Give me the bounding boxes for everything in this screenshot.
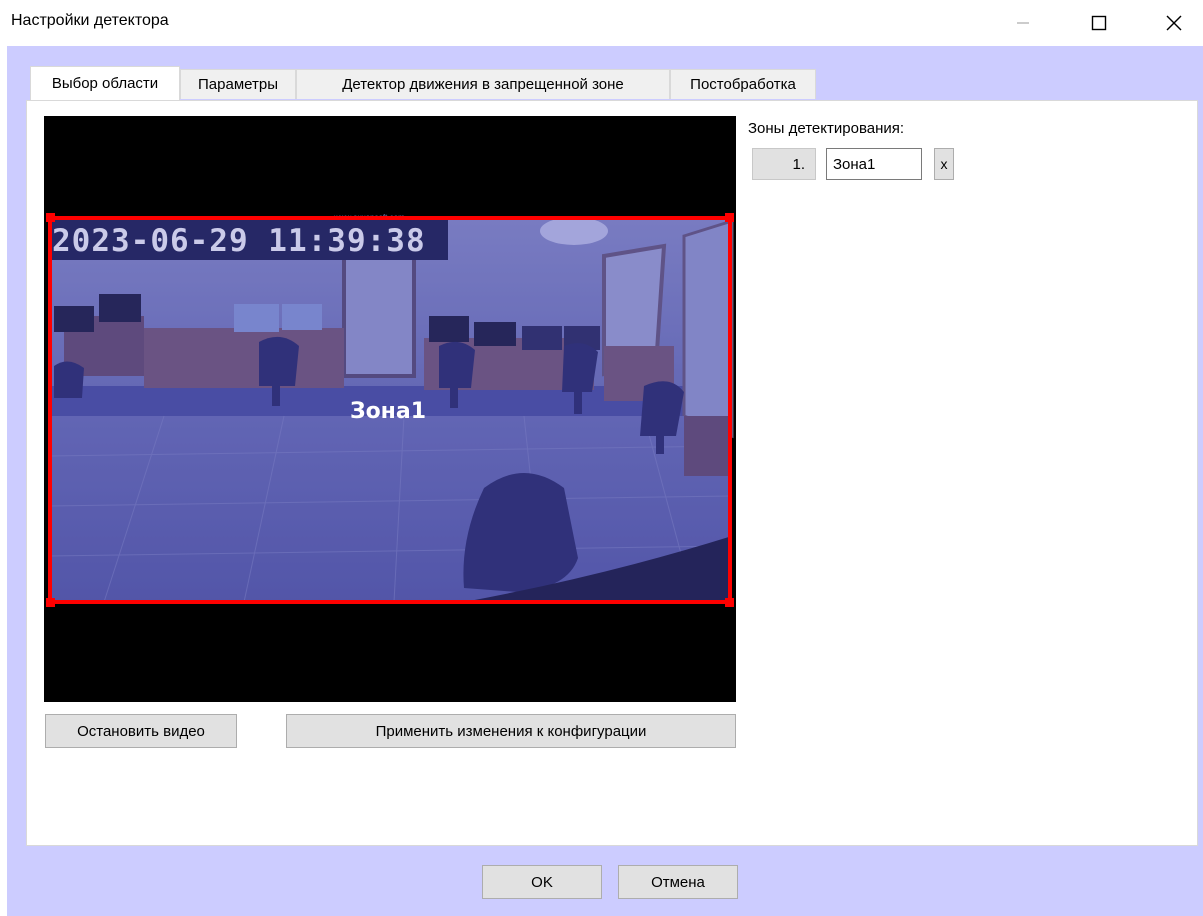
- apply-changes-button[interactable]: Применить изменения к конфигурации: [286, 714, 736, 748]
- tab-postprocessing[interactable]: Постобработка: [670, 69, 816, 99]
- minimize-button[interactable]: [1000, 0, 1046, 46]
- zone-name-input[interactable]: [826, 148, 922, 180]
- tab-area-selection[interactable]: Выбор области: [30, 66, 180, 100]
- video-preview[interactable]: 2023-06-29 11:39:38 www.axxonsoft.com Зо…: [44, 116, 736, 702]
- close-button[interactable]: [1151, 0, 1197, 46]
- tab-parameters[interactable]: Параметры: [180, 69, 296, 99]
- stop-video-button[interactable]: Остановить видео: [45, 714, 237, 748]
- zone-number: 1.: [752, 148, 816, 180]
- window-title: Настройки детектора: [11, 12, 169, 29]
- zone-handle-top-right[interactable]: [725, 213, 734, 222]
- video-frame: 2023-06-29 11:39:38 www.axxonsoft.com Зо…: [46, 213, 734, 607]
- maximize-icon: [1091, 15, 1107, 31]
- zone-handle-top-left[interactable]: [46, 213, 55, 222]
- cancel-button[interactable]: Отмена: [618, 865, 738, 899]
- title-bar: Настройки детектора: [0, 0, 1203, 46]
- zone-label: Зона1: [350, 399, 426, 424]
- zones-label: Зоны детектирования:: [748, 120, 905, 137]
- minimize-icon: [1017, 22, 1029, 24]
- tab-forbidden-zone-detector[interactable]: Детектор движения в запрещенной зоне: [296, 69, 670, 99]
- close-icon: [1166, 15, 1182, 31]
- ok-button[interactable]: OK: [482, 865, 602, 899]
- zone-delete-button[interactable]: x: [934, 148, 954, 180]
- zone-handle-bottom-right[interactable]: [725, 598, 734, 607]
- maximize-button[interactable]: [1076, 0, 1122, 46]
- zone-handle-bottom-left[interactable]: [46, 598, 55, 607]
